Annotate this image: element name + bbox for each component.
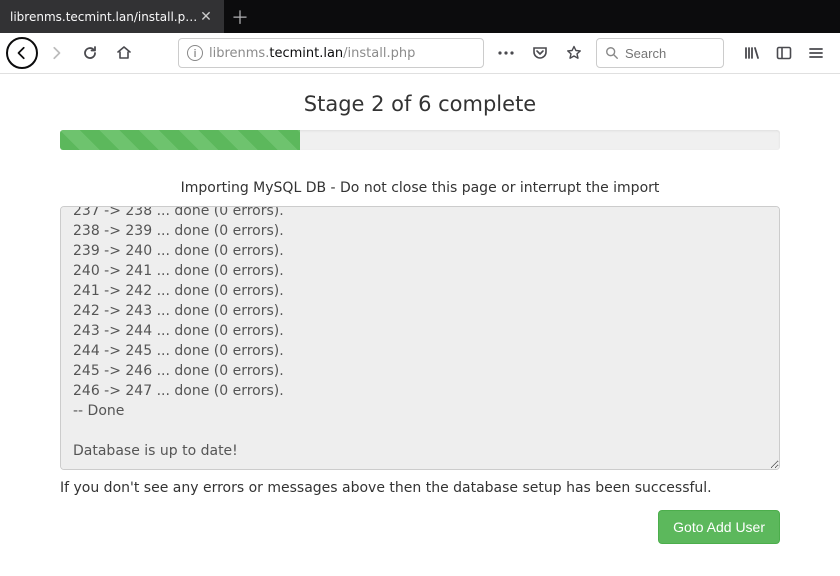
button-row: Goto Add User <box>60 510 780 544</box>
toolbar-right <box>738 39 834 67</box>
more-actions-icon[interactable] <box>492 39 520 67</box>
library-icon[interactable] <box>738 39 766 67</box>
pocket-icon[interactable] <box>526 39 554 67</box>
search-box[interactable] <box>596 38 724 68</box>
import-message: Importing MySQL DB - Do not close this p… <box>60 180 780 196</box>
log-line: 240 -> 241 ... done (0 errors). <box>73 261 767 281</box>
nav-toolbar: i librenms.tecmint.lan/install.php <box>0 33 840 74</box>
progress-fill <box>60 130 300 150</box>
page-viewport[interactable]: Stage 2 of 6 complete Importing MySQL DB… <box>0 74 840 576</box>
bookmark-star-icon[interactable] <box>560 39 588 67</box>
goto-add-user-button[interactable]: Goto Add User <box>658 510 780 544</box>
home-button[interactable] <box>108 37 140 69</box>
browser-tab[interactable]: librenms.tecmint.lan/install.php ✕ <box>0 0 224 33</box>
log-line: 243 -> 244 ... done (0 errors). <box>73 321 767 341</box>
page-content: Stage 2 of 6 complete Importing MySQL DB… <box>60 74 780 544</box>
log-line: 238 -> 239 ... done (0 errors). <box>73 221 767 241</box>
stage-title: Stage 2 of 6 complete <box>60 92 780 116</box>
menu-icon[interactable] <box>802 39 830 67</box>
log-line: -- Done <box>73 401 767 421</box>
log-line: 244 -> 245 ... done (0 errors). <box>73 341 767 361</box>
success-hint: If you don't see any errors or messages … <box>60 480 780 496</box>
log-line: 237 -> 238 ... done (0 errors). <box>73 206 767 221</box>
log-line: Database is up to date! <box>73 441 767 461</box>
url-text: librenms.tecmint.lan/install.php <box>209 46 475 61</box>
sidebar-icon[interactable] <box>770 39 798 67</box>
log-line: 242 -> 243 ... done (0 errors). <box>73 301 767 321</box>
log-line: 245 -> 246 ... done (0 errors). <box>73 361 767 381</box>
log-line: 241 -> 242 ... done (0 errors). <box>73 281 767 301</box>
new-tab-button[interactable]: ＋ <box>224 0 256 33</box>
back-button[interactable] <box>6 37 38 69</box>
search-input[interactable] <box>625 46 705 61</box>
url-bar[interactable]: i librenms.tecmint.lan/install.php <box>178 38 484 68</box>
reload-button[interactable] <box>74 37 106 69</box>
tab-bar: librenms.tecmint.lan/install.php ✕ ＋ <box>0 0 840 33</box>
progress-bar <box>60 130 780 150</box>
log-line <box>73 421 767 441</box>
import-log[interactable]: 237 -> 238 ... done (0 errors).238 -> 23… <box>60 206 780 470</box>
page-actions <box>492 39 588 67</box>
log-line: 239 -> 240 ... done (0 errors). <box>73 241 767 261</box>
search-icon <box>605 46 619 60</box>
tab-title: librenms.tecmint.lan/install.php <box>10 10 198 24</box>
close-tab-icon[interactable]: ✕ <box>198 9 214 25</box>
site-info-icon[interactable]: i <box>187 45 203 61</box>
forward-button[interactable] <box>40 37 72 69</box>
log-line: 246 -> 247 ... done (0 errors). <box>73 381 767 401</box>
